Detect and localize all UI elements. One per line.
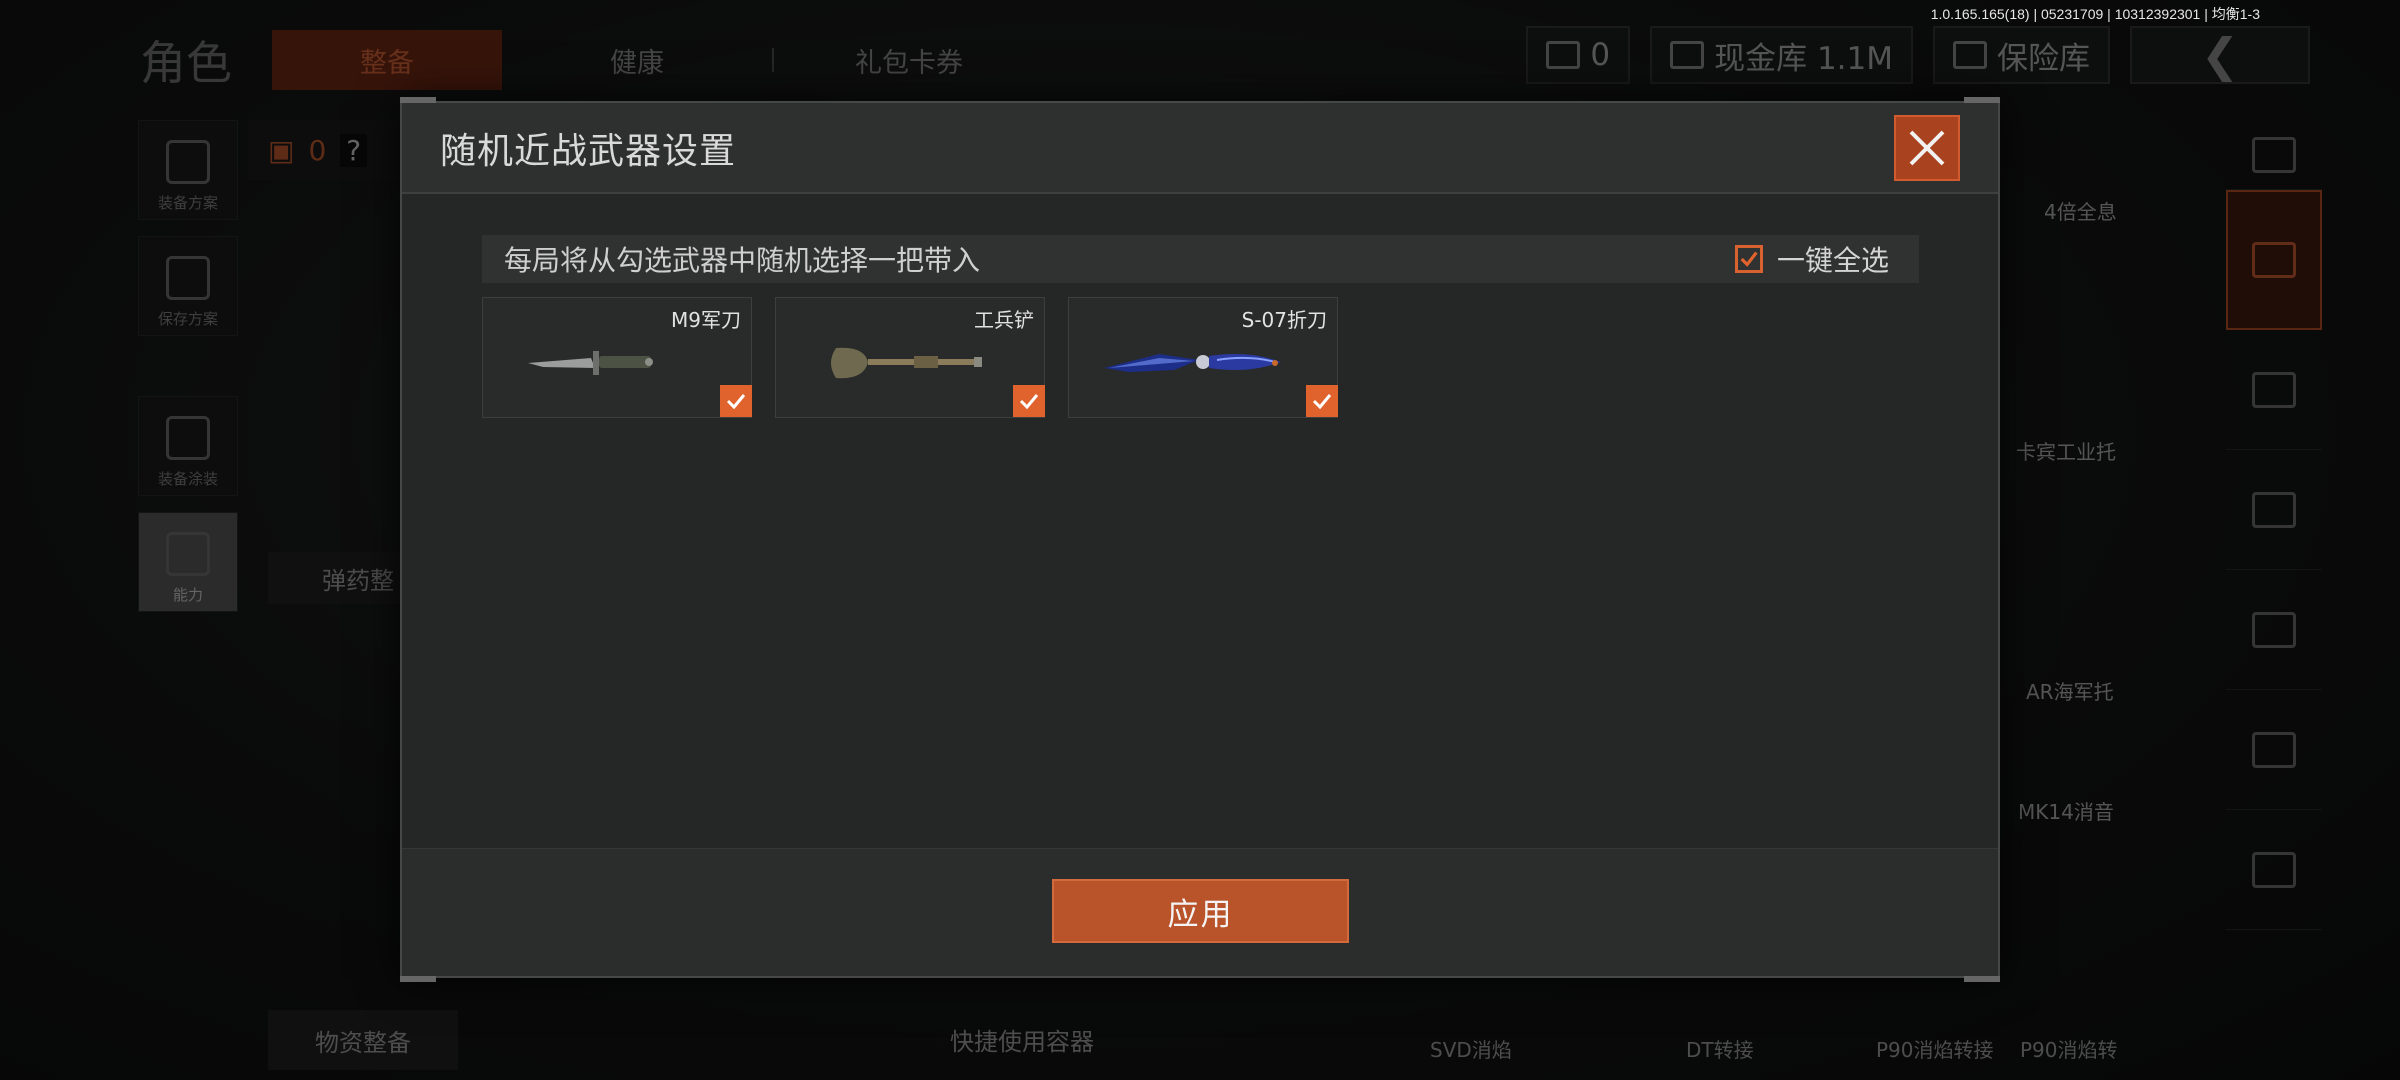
rr-item-rifle[interactable] bbox=[2226, 450, 2322, 570]
info-text: 每局将从勾选武器中随机选择一把带入 bbox=[504, 244, 981, 277]
rr-item-magazine[interactable] bbox=[2226, 570, 2322, 690]
weapon-name: M9军刀 bbox=[671, 308, 741, 332]
version-text: 1.0.165.165(18) | 05231709 | 10312392301… bbox=[1930, 6, 2260, 22]
weapon-checkbox[interactable] bbox=[720, 385, 752, 417]
lightning-hex-icon bbox=[166, 532, 210, 576]
check-icon bbox=[1019, 394, 1039, 410]
tab-gift-coupons[interactable]: 礼包卡券 bbox=[794, 30, 1024, 90]
backpack-count: 0 bbox=[308, 133, 327, 167]
weapon-card-m9[interactable]: M9军刀 bbox=[482, 297, 752, 418]
apply-button[interactable]: 应用 bbox=[1052, 879, 1349, 943]
nav-divider bbox=[772, 48, 774, 72]
backpack-counter: ▣ 0 ? bbox=[248, 120, 408, 180]
backpack-icon: ▣ bbox=[268, 133, 295, 167]
rail-item-abilities[interactable]: 能力 bbox=[138, 512, 238, 612]
helmet-icon bbox=[166, 416, 210, 460]
top-nav: 角色 整备 健康 礼包卡券 bbox=[140, 28, 1044, 92]
weapon-checkbox[interactable] bbox=[1013, 385, 1045, 417]
check-icon bbox=[1312, 394, 1332, 410]
shovel-icon bbox=[831, 347, 982, 379]
help-icon[interactable]: ? bbox=[340, 133, 368, 167]
rr-item-grip[interactable] bbox=[2226, 690, 2322, 810]
supplies-label: 物资整备 bbox=[315, 1028, 411, 1057]
quick-container-label: 快捷使用容器 bbox=[950, 1028, 1094, 1056]
cash-vault-button[interactable]: 现金库 1.1M bbox=[1650, 26, 1913, 84]
rail-item-label: 能力 bbox=[172, 586, 203, 604]
random-melee-dialog: 随机近战武器设置 每局将从勾选武器中随机选择一把带入 一键全选 M9军刀 工兵铲… bbox=[400, 97, 2000, 982]
dialog-header: 随机近战武器设置 bbox=[402, 103, 1998, 194]
weapon-card-shovel[interactable]: 工兵铲 bbox=[775, 297, 1045, 418]
attachment-label: 卡宾工业托 bbox=[2016, 440, 2116, 464]
left-rail: 装备方案 保存方案 装备涂装 能力 bbox=[138, 120, 238, 628]
tab-equip[interactable]: 整备 bbox=[272, 30, 502, 90]
currency-box[interactable]: 0 bbox=[1526, 26, 1631, 84]
currency-count: 0 bbox=[1590, 37, 1611, 73]
magazine-icon bbox=[2252, 611, 2296, 648]
attachment-icon bbox=[2252, 242, 2296, 278]
top-right-bar: 0 现金库 1.1M 保险库 ❮ bbox=[1526, 26, 2310, 84]
close-button[interactable] bbox=[1894, 115, 1960, 181]
select-all-label: 一键全选 bbox=[1776, 244, 1889, 277]
vest-icon bbox=[166, 140, 210, 184]
attachment-label: MK14消音 bbox=[2018, 800, 2114, 824]
grip-icon bbox=[2252, 731, 2296, 768]
tab-health[interactable]: 健康 bbox=[522, 30, 752, 90]
chevron-left-icon: ❮ bbox=[2200, 28, 2240, 82]
weapon-checkbox[interactable] bbox=[1306, 385, 1338, 417]
folding-knife-icon bbox=[1104, 354, 1281, 372]
safe-box-button[interactable]: 保险库 bbox=[1933, 26, 2110, 84]
close-icon bbox=[1909, 130, 1945, 166]
knife-icon bbox=[528, 351, 653, 375]
rail-item-label: 装备涂装 bbox=[157, 470, 218, 488]
slot-label: P90消焰转接 bbox=[1876, 1038, 1994, 1062]
rail-item-loadout-plan[interactable]: 装备方案 bbox=[138, 120, 238, 220]
slot-label: SVD消焰 bbox=[1430, 1038, 1512, 1062]
select-all-checkbox[interactable] bbox=[1734, 245, 1763, 273]
ticket-icon bbox=[1546, 41, 1581, 69]
rr-item-stock[interactable] bbox=[2226, 810, 2322, 930]
dialog-title: 随机近战武器设置 bbox=[440, 130, 737, 172]
stock-icon bbox=[2252, 851, 2296, 888]
weapon-name: S-07折刀 bbox=[1241, 308, 1327, 332]
gear-icon bbox=[2252, 371, 2296, 408]
safe-icon bbox=[1953, 41, 1987, 69]
weapon-card-s07[interactable]: S-07折刀 bbox=[1068, 297, 1338, 418]
slot-label: P90消焰转 bbox=[2020, 1038, 2118, 1062]
cash-vault-label: 现金库 1.1M bbox=[1714, 40, 1893, 77]
dialog-body: 每局将从勾选武器中随机选择一把带入 一键全选 M9军刀 工兵铲 S-07折刀 bbox=[402, 194, 1998, 850]
check-icon bbox=[726, 394, 746, 410]
frame-corner bbox=[400, 976, 436, 982]
attachment-label: AR海军托 bbox=[2026, 680, 2114, 704]
rifle-icon bbox=[2252, 491, 2296, 528]
check-icon bbox=[1740, 251, 1758, 267]
dialog-footer: 应用 bbox=[402, 848, 1998, 976]
supplies-button[interactable]: 物资整备 bbox=[268, 1010, 458, 1070]
rail-item-camo[interactable]: 装备涂装 bbox=[138, 396, 238, 496]
vault-icon bbox=[1670, 41, 1705, 69]
back-button[interactable]: ❮ bbox=[2130, 26, 2310, 84]
ammo-label: 弹药整 bbox=[322, 566, 394, 595]
rr-item-attachments[interactable] bbox=[2226, 190, 2322, 330]
stack-icon bbox=[2252, 136, 2296, 173]
rail-item-label: 装备方案 bbox=[157, 194, 218, 212]
attachment-label: 4倍全息 bbox=[2044, 200, 2117, 224]
nav-title: 角色 bbox=[140, 36, 232, 90]
rr-item-stack[interactable] bbox=[2226, 120, 2322, 190]
download-icon bbox=[166, 256, 210, 300]
info-bar: 每局将从勾选武器中随机选择一把带入 一键全选 bbox=[482, 235, 1919, 283]
weapon-name: 工兵铲 bbox=[974, 308, 1034, 332]
rr-item-gear[interactable] bbox=[2226, 330, 2322, 450]
right-rail bbox=[2226, 120, 2322, 930]
safe-box-label: 保险库 bbox=[1997, 40, 2090, 77]
select-all-toggle[interactable]: 一键全选 bbox=[1734, 235, 1889, 283]
rail-item-save-plan[interactable]: 保存方案 bbox=[138, 236, 238, 336]
slot-label: DT转接 bbox=[1686, 1038, 1754, 1062]
rail-item-label: 保存方案 bbox=[157, 310, 218, 328]
